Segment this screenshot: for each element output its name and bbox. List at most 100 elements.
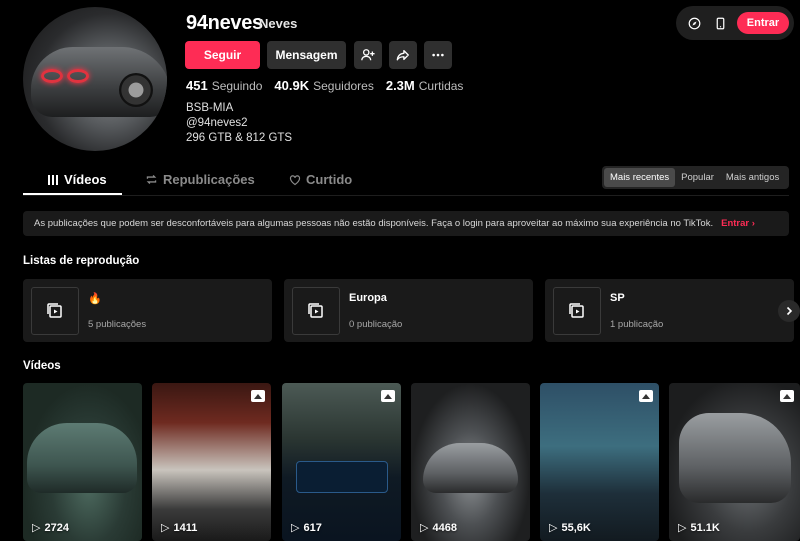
- share-icon: [396, 49, 409, 61]
- playlist-thumbnail: [292, 287, 340, 335]
- tab-label: Republicações: [163, 172, 255, 187]
- chevron-right-icon: ›: [751, 218, 755, 229]
- profile-stats: 451 Seguindo 40.9K Seguidores 2.3M Curtidas: [186, 78, 463, 93]
- video-thumbnail: [296, 461, 388, 493]
- video-views: ▷ 4468: [420, 521, 457, 535]
- stat-following[interactable]: 451 Seguindo: [186, 78, 262, 93]
- stat-value: 2.3M: [385, 78, 415, 93]
- stat-label: Seguindo: [211, 79, 263, 93]
- playlist-count: 5 publicações: [88, 319, 147, 330]
- tab-liked[interactable]: Curtido: [289, 172, 352, 187]
- photo-icon: [780, 390, 794, 402]
- views-count: 51.1K: [690, 521, 720, 534]
- banner-link-label: Entrar: [721, 218, 750, 229]
- sort-option-popular[interactable]: Popular: [675, 168, 720, 187]
- video-card[interactable]: ▷ 2724: [23, 383, 142, 541]
- playlist-icon: [569, 303, 584, 318]
- repost-icon: [146, 174, 157, 185]
- video-thumbnail: [423, 443, 518, 493]
- avatar-taillight: [67, 69, 89, 83]
- playlist-count: 0 publicação: [349, 319, 403, 330]
- banner-text: As publicações que podem ser desconfortá…: [34, 218, 714, 229]
- photo-icon: [639, 390, 653, 402]
- stat-label: Seguidores: [313, 79, 374, 93]
- playlists-title: Listas de reprodução: [23, 255, 140, 267]
- playlist-card[interactable]: SP 1 publicação: [545, 279, 794, 342]
- playlist-card[interactable]: 🔥 5 publicações: [23, 279, 272, 342]
- stat-label: Curtidas: [418, 79, 464, 93]
- video-card[interactable]: ▷ 51.1K: [669, 383, 800, 541]
- playlist-icon: [308, 303, 323, 318]
- bio-line: 296 GTB & 812 GTS: [186, 132, 293, 144]
- more-options-button[interactable]: [424, 41, 452, 69]
- stat-followers[interactable]: 40.9K Seguidores: [274, 78, 373, 93]
- video-views: ▷ 617: [291, 521, 322, 535]
- video-views: ▷ 1411: [161, 521, 198, 535]
- restricted-content-banner: As publicações que podem ser desconfortá…: [23, 211, 789, 236]
- play-icon: ▷: [420, 522, 429, 534]
- message-button[interactable]: Mensagem: [267, 41, 346, 69]
- views-count: 55,6K: [561, 521, 591, 534]
- play-icon: ▷: [549, 522, 558, 534]
- grid-icon: [48, 174, 58, 185]
- play-icon: ▷: [32, 522, 41, 534]
- suggest-account-button[interactable]: [354, 41, 382, 69]
- stat-likes: 2.3M Curtidas: [386, 78, 464, 93]
- play-icon: ▷: [291, 522, 300, 534]
- profile-page: 94neves Neves Seguir Mensagem 451 Seguind…: [0, 0, 800, 541]
- video-card[interactable]: ▷ 55,6K: [540, 383, 659, 541]
- bio: BSB-MIA @94neves2 296 GTB & 812 GTS: [186, 101, 292, 146]
- video-card[interactable]: ▷ 617: [282, 383, 401, 541]
- playlist-card[interactable]: Europa 0 publicação: [284, 279, 533, 342]
- video-thumbnail: [679, 413, 791, 503]
- videos-title: Vídeos: [23, 360, 61, 372]
- bio-line: BSB-MIA: [186, 102, 234, 114]
- nickname: Neves: [259, 16, 298, 31]
- sort-option-recent[interactable]: Mais recentes: [604, 168, 676, 187]
- video-card[interactable]: ▷ 1411: [152, 383, 271, 541]
- liked-lock-icon: [289, 174, 301, 185]
- tab-label: Vídeos: [64, 172, 107, 187]
- video-thumbnail: [27, 423, 137, 493]
- tab-reposts[interactable]: Republicações: [145, 172, 255, 187]
- avatar-taillight: [41, 69, 63, 83]
- compass-icon[interactable]: [684, 13, 704, 33]
- login-button[interactable]: Entrar: [737, 12, 789, 34]
- playlist-name: Europa: [349, 292, 387, 304]
- playlist-name: 🔥: [88, 293, 102, 305]
- stat-value: 40.9K: [274, 78, 310, 93]
- chevron-right-icon: [786, 306, 793, 316]
- phone-icon[interactable]: [710, 13, 730, 33]
- video-card[interactable]: ▷ 4468: [411, 383, 530, 541]
- avatar-wheel: [119, 73, 153, 107]
- sort-selector: Mais recentes Popular Mais antigos: [602, 166, 789, 189]
- playlist-thumbnail: [31, 287, 79, 335]
- video-views: ▷ 51.1K: [678, 521, 720, 535]
- stat-value: 451: [186, 78, 208, 93]
- share-button[interactable]: [389, 41, 417, 69]
- photo-icon: [251, 390, 265, 402]
- views-count: 4468: [432, 521, 457, 534]
- tab-label: Curtido: [306, 172, 353, 187]
- video-views: ▷ 55,6K: [549, 521, 591, 535]
- bio-line: @94neves2: [186, 117, 248, 129]
- add-person-icon: [361, 49, 375, 61]
- views-count: 2724: [44, 521, 69, 534]
- tabs-divider: [23, 195, 789, 196]
- playlist-name: SP: [610, 292, 625, 304]
- playlists-next-button[interactable]: [778, 300, 800, 322]
- sort-option-oldest[interactable]: Mais antigos: [720, 168, 785, 187]
- more-icon: [432, 53, 444, 57]
- play-icon: ▷: [161, 522, 170, 534]
- views-count: 617: [303, 521, 322, 534]
- tab-videos[interactable]: Vídeos: [47, 172, 107, 187]
- follow-button[interactable]: Seguir: [185, 41, 260, 69]
- play-icon: ▷: [678, 522, 687, 534]
- video-views: ▷ 2724: [32, 521, 69, 535]
- playlist-count: 1 publicação: [610, 319, 664, 330]
- photo-icon: [381, 390, 395, 402]
- avatar[interactable]: [23, 7, 167, 151]
- views-count: 1411: [173, 521, 198, 534]
- banner-login-link[interactable]: Entrar ›: [721, 218, 755, 229]
- playlist-thumbnail: [553, 287, 601, 335]
